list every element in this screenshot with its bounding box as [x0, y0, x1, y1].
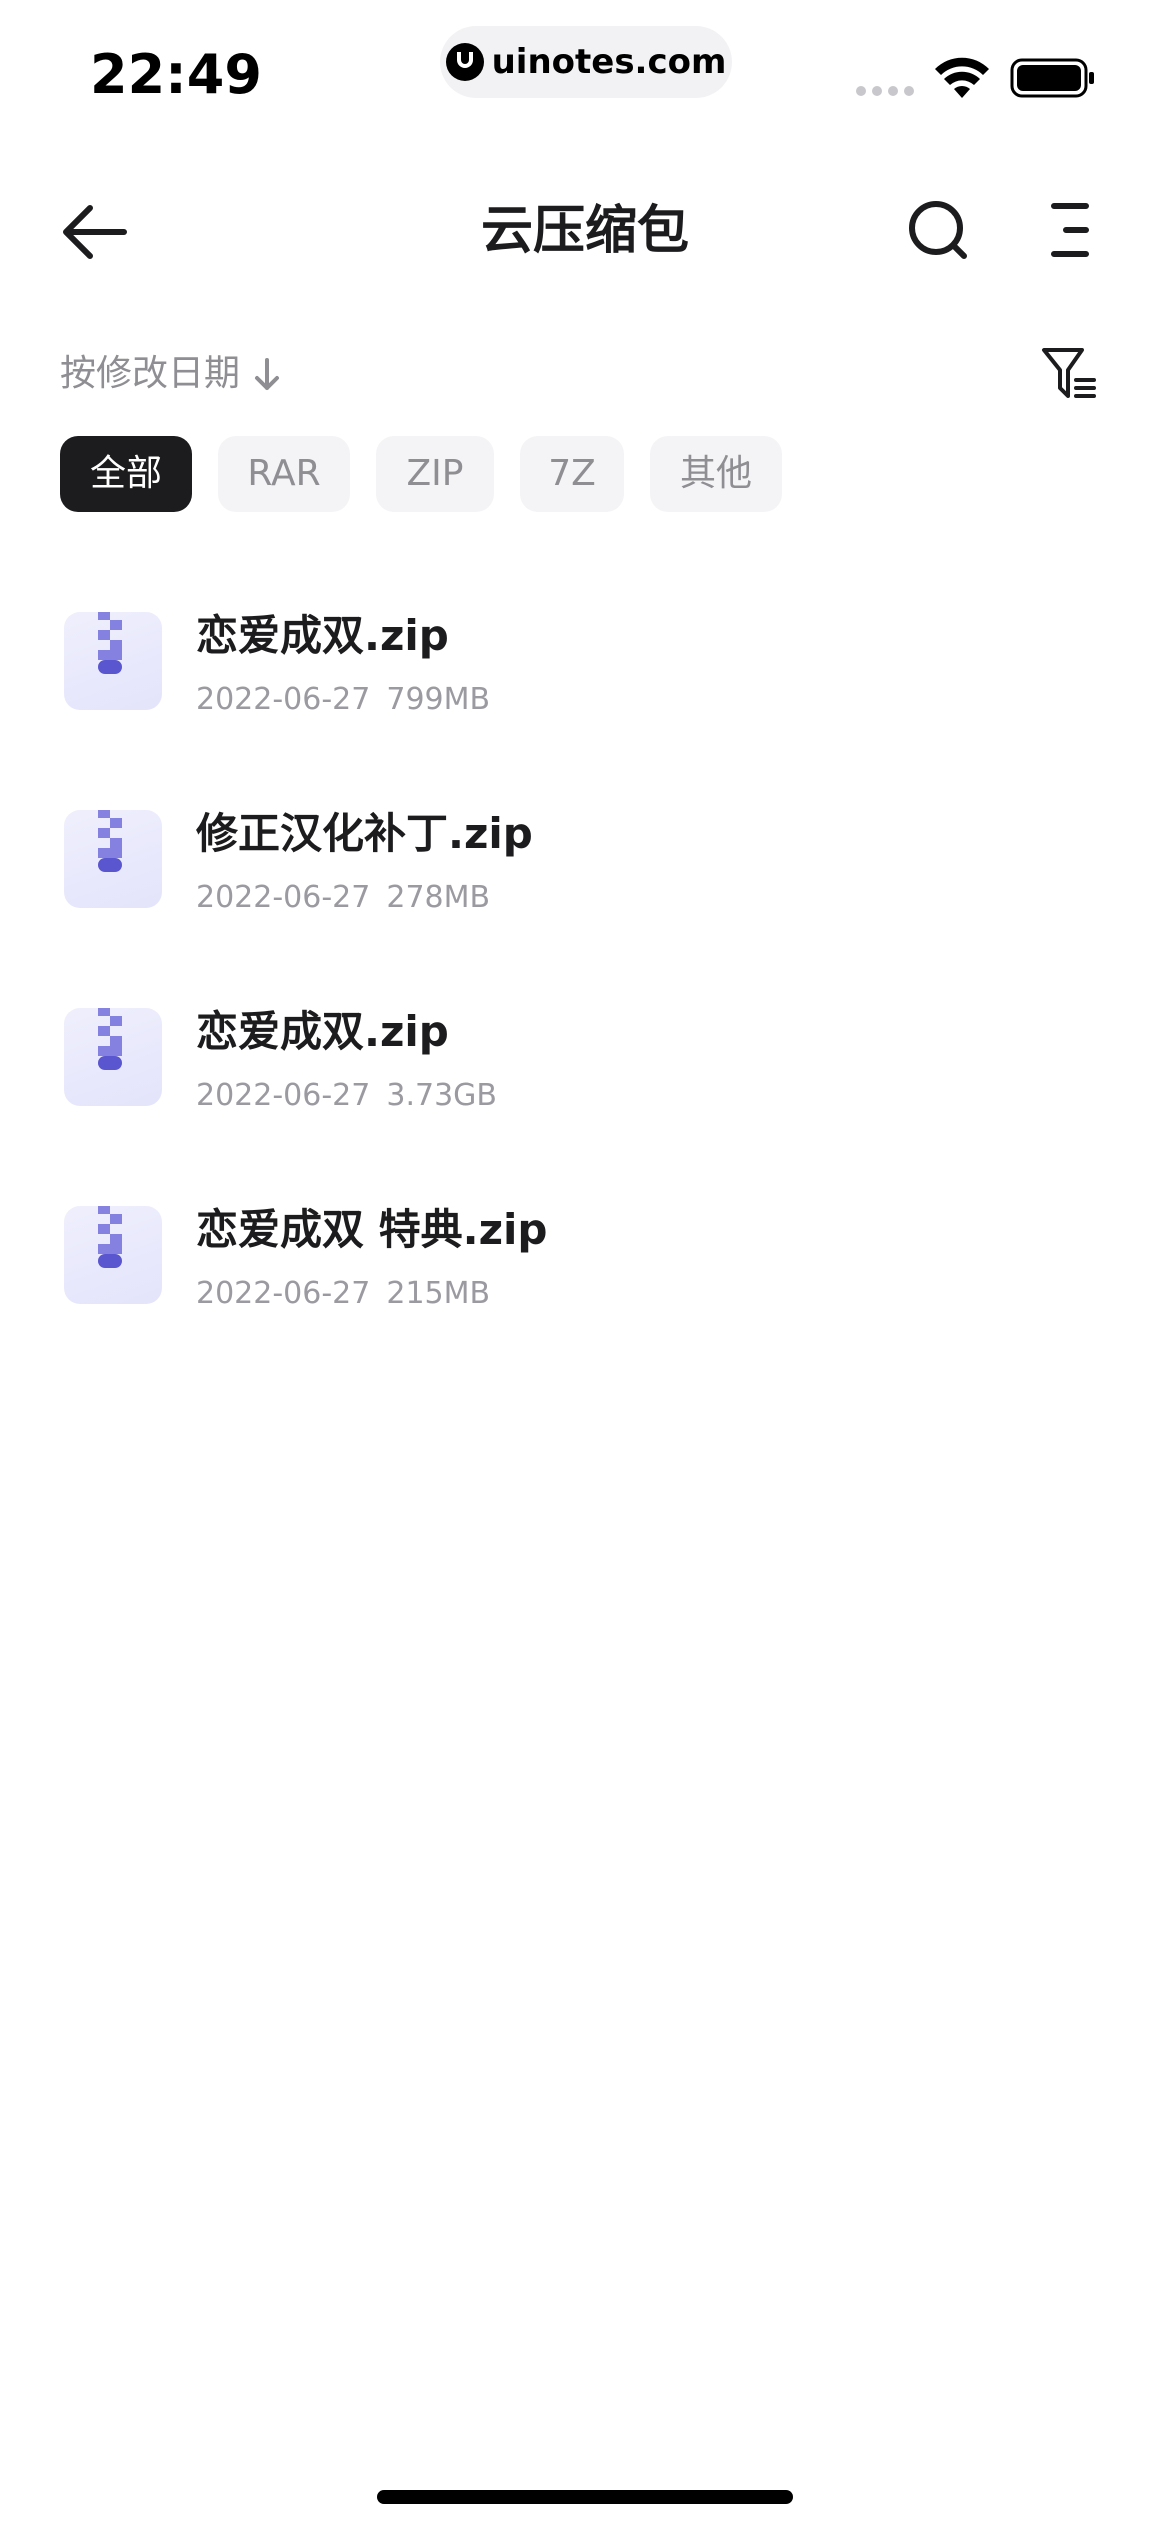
- chip-other[interactable]: 其他: [650, 436, 782, 512]
- file-name: 恋爱成双.zip: [196, 611, 449, 660]
- file-date: 2022-06-27: [196, 880, 371, 915]
- file-meta: 2022-06-27 799MB: [196, 678, 490, 722]
- back-arrow-icon[interactable]: [60, 200, 130, 264]
- sort-label: 按修改日期: [60, 353, 241, 394]
- file-size: 215MB: [386, 1276, 491, 1311]
- file-name: 修正汉化补丁.zip: [196, 809, 533, 858]
- zip-file-icon: [64, 1206, 162, 1304]
- chip-7z[interactable]: 7Z: [520, 436, 624, 512]
- file-name: 恋爱成双 特典.zip: [196, 1205, 548, 1254]
- status-bar: 22:49 uinotes.com: [0, 0, 1170, 140]
- menu-icon[interactable]: [1040, 200, 1092, 260]
- page-title: 云压缩包: [480, 201, 689, 261]
- url-text: uinotes.com: [491, 42, 727, 82]
- file-meta: 2022-06-27 3.73GB: [196, 1074, 497, 1118]
- file-size: 278MB: [386, 880, 491, 915]
- search-icon[interactable]: [906, 198, 970, 262]
- wifi-icon: [935, 57, 989, 98]
- chip-zip[interactable]: ZIP: [376, 436, 494, 512]
- zip-file-icon: [64, 1008, 162, 1106]
- file-meta: 2022-06-27 278MB: [196, 876, 490, 920]
- zip-file-icon: [64, 810, 162, 908]
- battery-icon: [1010, 58, 1094, 98]
- file-row[interactable]: 修正汉化补丁.zip 2022-06-27 278MB: [0, 788, 1170, 986]
- file-date: 2022-06-27: [196, 1078, 371, 1113]
- file-row[interactable]: 恋爱成双.zip 2022-06-27 3.73GB: [0, 986, 1170, 1184]
- zip-file-icon: [64, 612, 162, 710]
- arrow-down-icon: [255, 358, 280, 390]
- home-indicator[interactable]: [377, 2490, 793, 2504]
- file-meta: 2022-06-27 215MB: [196, 1272, 490, 1316]
- url-pill: uinotes.com: [440, 26, 732, 98]
- file-row[interactable]: 恋爱成双 特典.zip 2022-06-27 215MB: [0, 1184, 1170, 1382]
- chip-rar[interactable]: RAR: [218, 436, 350, 512]
- site-logo-icon: [445, 43, 484, 81]
- sort-selector[interactable]: 按修改日期: [60, 346, 284, 402]
- file-name: 恋爱成双.zip: [196, 1007, 449, 1056]
- chip-all[interactable]: 全部: [60, 436, 192, 512]
- file-size: 3.73GB: [386, 1078, 497, 1113]
- file-date: 2022-06-27: [196, 1276, 371, 1311]
- cellular-signal-icon: [856, 86, 914, 96]
- file-list: 恋爱成双.zip 2022-06-27 799MB 修正汉化补丁.zip 2022…: [0, 590, 1170, 1382]
- file-date: 2022-06-27: [196, 682, 371, 717]
- status-time: 22:49: [90, 43, 262, 106]
- type-filter-chips: 全部 RAR ZIP 7Z 其他: [60, 436, 782, 512]
- file-size: 799MB: [386, 682, 491, 717]
- filter-icon[interactable]: [1040, 344, 1098, 404]
- file-row[interactable]: 恋爱成双.zip 2022-06-27 799MB: [0, 590, 1170, 788]
